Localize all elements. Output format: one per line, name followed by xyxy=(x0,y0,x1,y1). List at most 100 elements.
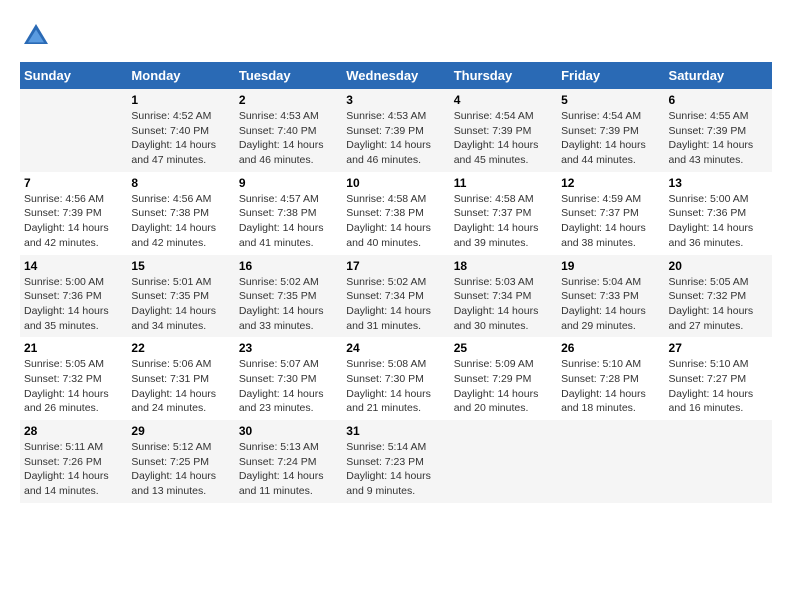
day-info: Sunrise: 5:00 AM Sunset: 7:36 PM Dayligh… xyxy=(669,192,768,251)
day-info: Sunrise: 5:13 AM Sunset: 7:24 PM Dayligh… xyxy=(239,440,338,499)
calendar-cell: 4 Sunrise: 4:54 AM Sunset: 7:39 PM Dayli… xyxy=(450,89,557,172)
calendar-cell: 10 Sunrise: 4:58 AM Sunset: 7:38 PM Dayl… xyxy=(342,172,449,255)
calendar-cell: 18 Sunrise: 5:03 AM Sunset: 7:34 PM Dayl… xyxy=(450,255,557,338)
calendar-cell: 15 Sunrise: 5:01 AM Sunset: 7:35 PM Dayl… xyxy=(127,255,234,338)
calendar-cell: 23 Sunrise: 5:07 AM Sunset: 7:30 PM Dayl… xyxy=(235,337,342,420)
day-info: Sunrise: 5:00 AM Sunset: 7:36 PM Dayligh… xyxy=(24,275,123,334)
calendar-cell: 7 Sunrise: 4:56 AM Sunset: 7:39 PM Dayli… xyxy=(20,172,127,255)
day-number: 5 xyxy=(561,93,660,107)
weekday-header-monday: Monday xyxy=(127,62,234,89)
calendar-cell: 24 Sunrise: 5:08 AM Sunset: 7:30 PM Dayl… xyxy=(342,337,449,420)
week-row-3: 14 Sunrise: 5:00 AM Sunset: 7:36 PM Dayl… xyxy=(20,255,772,338)
day-info: Sunrise: 5:02 AM Sunset: 7:34 PM Dayligh… xyxy=(346,275,445,334)
calendar-cell: 6 Sunrise: 4:55 AM Sunset: 7:39 PM Dayli… xyxy=(665,89,772,172)
calendar-cell: 19 Sunrise: 5:04 AM Sunset: 7:33 PM Dayl… xyxy=(557,255,664,338)
day-number: 21 xyxy=(24,341,123,355)
calendar-cell: 12 Sunrise: 4:59 AM Sunset: 7:37 PM Dayl… xyxy=(557,172,664,255)
day-number: 25 xyxy=(454,341,553,355)
day-number: 4 xyxy=(454,93,553,107)
calendar-cell: 26 Sunrise: 5:10 AM Sunset: 7:28 PM Dayl… xyxy=(557,337,664,420)
day-info: Sunrise: 4:56 AM Sunset: 7:39 PM Dayligh… xyxy=(24,192,123,251)
day-info: Sunrise: 5:05 AM Sunset: 7:32 PM Dayligh… xyxy=(24,357,123,416)
day-info: Sunrise: 5:02 AM Sunset: 7:35 PM Dayligh… xyxy=(239,275,338,334)
day-number: 29 xyxy=(131,424,230,438)
logo-icon xyxy=(20,20,52,52)
day-number: 19 xyxy=(561,259,660,273)
weekday-header-friday: Friday xyxy=(557,62,664,89)
day-info: Sunrise: 4:59 AM Sunset: 7:37 PM Dayligh… xyxy=(561,192,660,251)
day-number: 28 xyxy=(24,424,123,438)
day-info: Sunrise: 5:06 AM Sunset: 7:31 PM Dayligh… xyxy=(131,357,230,416)
weekday-header-row: SundayMondayTuesdayWednesdayThursdayFrid… xyxy=(20,62,772,89)
day-info: Sunrise: 4:58 AM Sunset: 7:37 PM Dayligh… xyxy=(454,192,553,251)
day-number: 27 xyxy=(669,341,768,355)
day-number: 22 xyxy=(131,341,230,355)
calendar-cell: 16 Sunrise: 5:02 AM Sunset: 7:35 PM Dayl… xyxy=(235,255,342,338)
calendar-table: SundayMondayTuesdayWednesdayThursdayFrid… xyxy=(20,62,772,503)
calendar-cell: 9 Sunrise: 4:57 AM Sunset: 7:38 PM Dayli… xyxy=(235,172,342,255)
day-info: Sunrise: 4:55 AM Sunset: 7:39 PM Dayligh… xyxy=(669,109,768,168)
week-row-1: 1 Sunrise: 4:52 AM Sunset: 7:40 PM Dayli… xyxy=(20,89,772,172)
calendar-cell: 20 Sunrise: 5:05 AM Sunset: 7:32 PM Dayl… xyxy=(665,255,772,338)
day-info: Sunrise: 4:56 AM Sunset: 7:38 PM Dayligh… xyxy=(131,192,230,251)
day-number: 26 xyxy=(561,341,660,355)
day-info: Sunrise: 5:03 AM Sunset: 7:34 PM Dayligh… xyxy=(454,275,553,334)
calendar-cell: 30 Sunrise: 5:13 AM Sunset: 7:24 PM Dayl… xyxy=(235,420,342,503)
day-info: Sunrise: 4:53 AM Sunset: 7:40 PM Dayligh… xyxy=(239,109,338,168)
calendar-cell xyxy=(20,89,127,172)
day-number: 1 xyxy=(131,93,230,107)
calendar-cell: 29 Sunrise: 5:12 AM Sunset: 7:25 PM Dayl… xyxy=(127,420,234,503)
day-info: Sunrise: 5:14 AM Sunset: 7:23 PM Dayligh… xyxy=(346,440,445,499)
day-number: 18 xyxy=(454,259,553,273)
day-number: 11 xyxy=(454,176,553,190)
day-info: Sunrise: 5:04 AM Sunset: 7:33 PM Dayligh… xyxy=(561,275,660,334)
weekday-header-saturday: Saturday xyxy=(665,62,772,89)
calendar-cell: 5 Sunrise: 4:54 AM Sunset: 7:39 PM Dayli… xyxy=(557,89,664,172)
day-info: Sunrise: 4:57 AM Sunset: 7:38 PM Dayligh… xyxy=(239,192,338,251)
day-info: Sunrise: 4:52 AM Sunset: 7:40 PM Dayligh… xyxy=(131,109,230,168)
day-number: 6 xyxy=(669,93,768,107)
day-info: Sunrise: 5:08 AM Sunset: 7:30 PM Dayligh… xyxy=(346,357,445,416)
calendar-cell: 8 Sunrise: 4:56 AM Sunset: 7:38 PM Dayli… xyxy=(127,172,234,255)
day-number: 31 xyxy=(346,424,445,438)
calendar-cell: 17 Sunrise: 5:02 AM Sunset: 7:34 PM Dayl… xyxy=(342,255,449,338)
calendar-cell: 13 Sunrise: 5:00 AM Sunset: 7:36 PM Dayl… xyxy=(665,172,772,255)
calendar-cell xyxy=(557,420,664,503)
weekday-header-tuesday: Tuesday xyxy=(235,62,342,89)
day-number: 13 xyxy=(669,176,768,190)
calendar-cell xyxy=(665,420,772,503)
day-number: 7 xyxy=(24,176,123,190)
day-number: 23 xyxy=(239,341,338,355)
day-number: 24 xyxy=(346,341,445,355)
day-info: Sunrise: 4:54 AM Sunset: 7:39 PM Dayligh… xyxy=(454,109,553,168)
day-info: Sunrise: 5:07 AM Sunset: 7:30 PM Dayligh… xyxy=(239,357,338,416)
day-number: 9 xyxy=(239,176,338,190)
calendar-cell: 31 Sunrise: 5:14 AM Sunset: 7:23 PM Dayl… xyxy=(342,420,449,503)
calendar-cell: 27 Sunrise: 5:10 AM Sunset: 7:27 PM Dayl… xyxy=(665,337,772,420)
day-info: Sunrise: 5:11 AM Sunset: 7:26 PM Dayligh… xyxy=(24,440,123,499)
calendar-cell: 22 Sunrise: 5:06 AM Sunset: 7:31 PM Dayl… xyxy=(127,337,234,420)
day-info: Sunrise: 5:01 AM Sunset: 7:35 PM Dayligh… xyxy=(131,275,230,334)
calendar-cell: 14 Sunrise: 5:00 AM Sunset: 7:36 PM Dayl… xyxy=(20,255,127,338)
weekday-header-wednesday: Wednesday xyxy=(342,62,449,89)
day-number: 20 xyxy=(669,259,768,273)
week-row-2: 7 Sunrise: 4:56 AM Sunset: 7:39 PM Dayli… xyxy=(20,172,772,255)
calendar-cell: 3 Sunrise: 4:53 AM Sunset: 7:39 PM Dayli… xyxy=(342,89,449,172)
calendar-cell: 21 Sunrise: 5:05 AM Sunset: 7:32 PM Dayl… xyxy=(20,337,127,420)
week-row-4: 21 Sunrise: 5:05 AM Sunset: 7:32 PM Dayl… xyxy=(20,337,772,420)
calendar-cell: 2 Sunrise: 4:53 AM Sunset: 7:40 PM Dayli… xyxy=(235,89,342,172)
day-number: 17 xyxy=(346,259,445,273)
day-info: Sunrise: 5:10 AM Sunset: 7:27 PM Dayligh… xyxy=(669,357,768,416)
day-number: 3 xyxy=(346,93,445,107)
calendar-cell: 11 Sunrise: 4:58 AM Sunset: 7:37 PM Dayl… xyxy=(450,172,557,255)
logo xyxy=(20,20,58,52)
day-number: 16 xyxy=(239,259,338,273)
calendar-cell: 1 Sunrise: 4:52 AM Sunset: 7:40 PM Dayli… xyxy=(127,89,234,172)
day-number: 12 xyxy=(561,176,660,190)
day-number: 8 xyxy=(131,176,230,190)
day-info: Sunrise: 5:12 AM Sunset: 7:25 PM Dayligh… xyxy=(131,440,230,499)
day-number: 14 xyxy=(24,259,123,273)
day-number: 2 xyxy=(239,93,338,107)
day-info: Sunrise: 4:54 AM Sunset: 7:39 PM Dayligh… xyxy=(561,109,660,168)
calendar-cell xyxy=(450,420,557,503)
